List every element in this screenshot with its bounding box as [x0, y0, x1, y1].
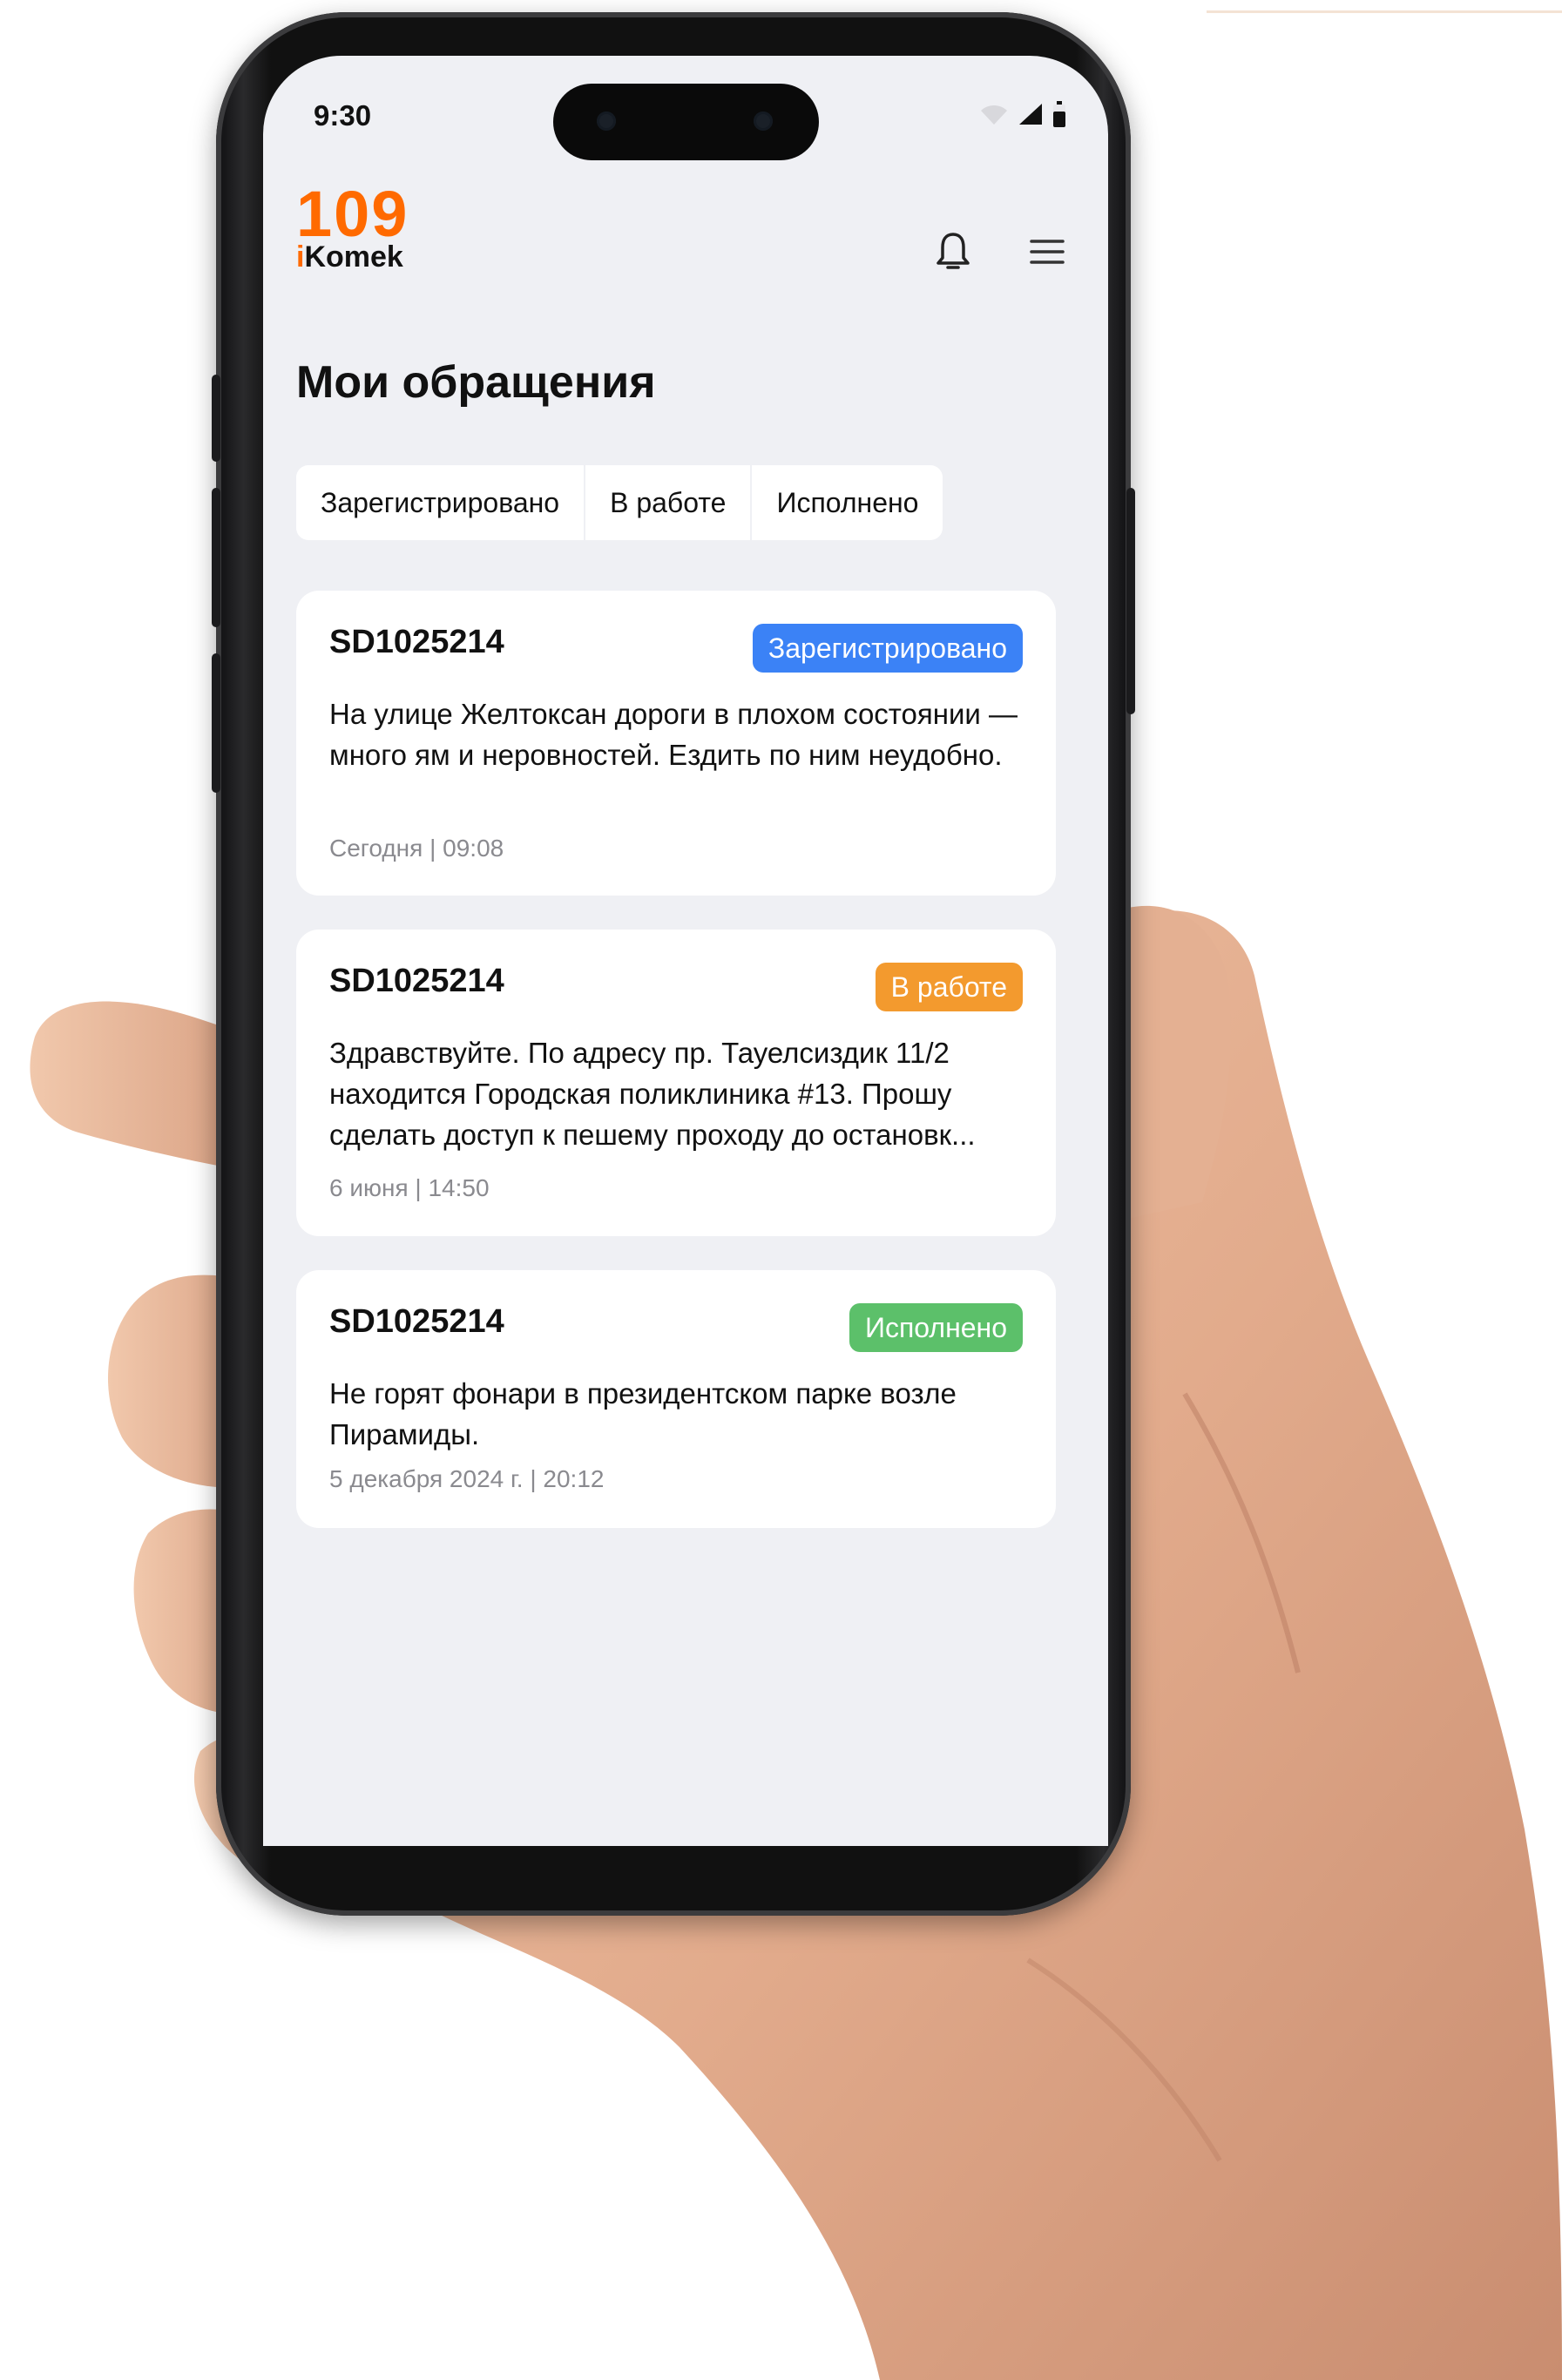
app-screen: 9:30 109 iKomek Мои обращения Зарегистри…: [263, 56, 1108, 1846]
request-id: SD1025214: [329, 1303, 504, 1340]
request-id: SD1025214: [329, 963, 504, 999]
request-card[interactable]: SD1025214 Зарегистрировано На улице Желт…: [296, 591, 1056, 896]
wifi-icon: [981, 105, 1007, 125]
phone-power-button: [1126, 488, 1135, 714]
logo-wordmark: iKomek: [296, 240, 403, 274]
phone-volume-up-button: [212, 488, 220, 627]
dynamic-island: [553, 84, 819, 160]
bell-icon[interactable]: [931, 230, 975, 274]
request-text: Не горят фонари в президентском парке во…: [329, 1377, 957, 1450]
signal-icon: [1019, 104, 1042, 125]
status-icons: [979, 99, 1066, 129]
logo-wordmark-rest: Komek: [304, 240, 403, 274]
status-badge: В работе: [875, 963, 1023, 1011]
request-id: SD1025214: [329, 624, 504, 660]
phone-volume-down-button: [212, 653, 220, 793]
camera-icon: [597, 112, 616, 131]
tab-done[interactable]: Исполнено: [752, 465, 943, 540]
status-tabs: Зарегистрировано В работе Исполнено: [296, 465, 943, 540]
menu-icon[interactable]: [1025, 230, 1069, 274]
request-date: 6 июня | 14:50: [329, 1174, 490, 1201]
status-badge: Зарегистрировано: [752, 624, 1023, 673]
tab-registered[interactable]: Зарегистрировано: [296, 465, 586, 540]
sensor-icon: [754, 112, 773, 131]
tab-in-progress[interactable]: В работе: [585, 465, 753, 540]
request-card[interactable]: SD1025214 В работе Здравствуйте. По адре…: [296, 930, 1056, 1236]
app-logo[interactable]: 109 iKomek: [296, 182, 444, 278]
request-text: Здравствуйте. По адресу пр. Тауелсиздик …: [329, 1037, 976, 1151]
request-text: На улице Желтоксан дороги в плохом состо…: [329, 698, 1018, 771]
request-card[interactable]: SD1025214 Исполнено Не горят фонари в пр…: [296, 1270, 1056, 1528]
photo-stage: 9:30 109 iKomek Мои обращения Зарегистри…: [0, 0, 1562, 2380]
logo-number: 109: [296, 178, 409, 250]
request-date: Сегодня | 09:08: [329, 835, 504, 862]
status-badge: Исполнено: [849, 1303, 1023, 1352]
page-title: Мои обращения: [296, 357, 656, 408]
status-time: 9:30: [314, 99, 372, 132]
phone-side-button: [212, 375, 220, 462]
battery-icon: [1053, 101, 1065, 127]
request-date: 5 декабря 2024 г. | 20:12: [329, 1465, 605, 1492]
